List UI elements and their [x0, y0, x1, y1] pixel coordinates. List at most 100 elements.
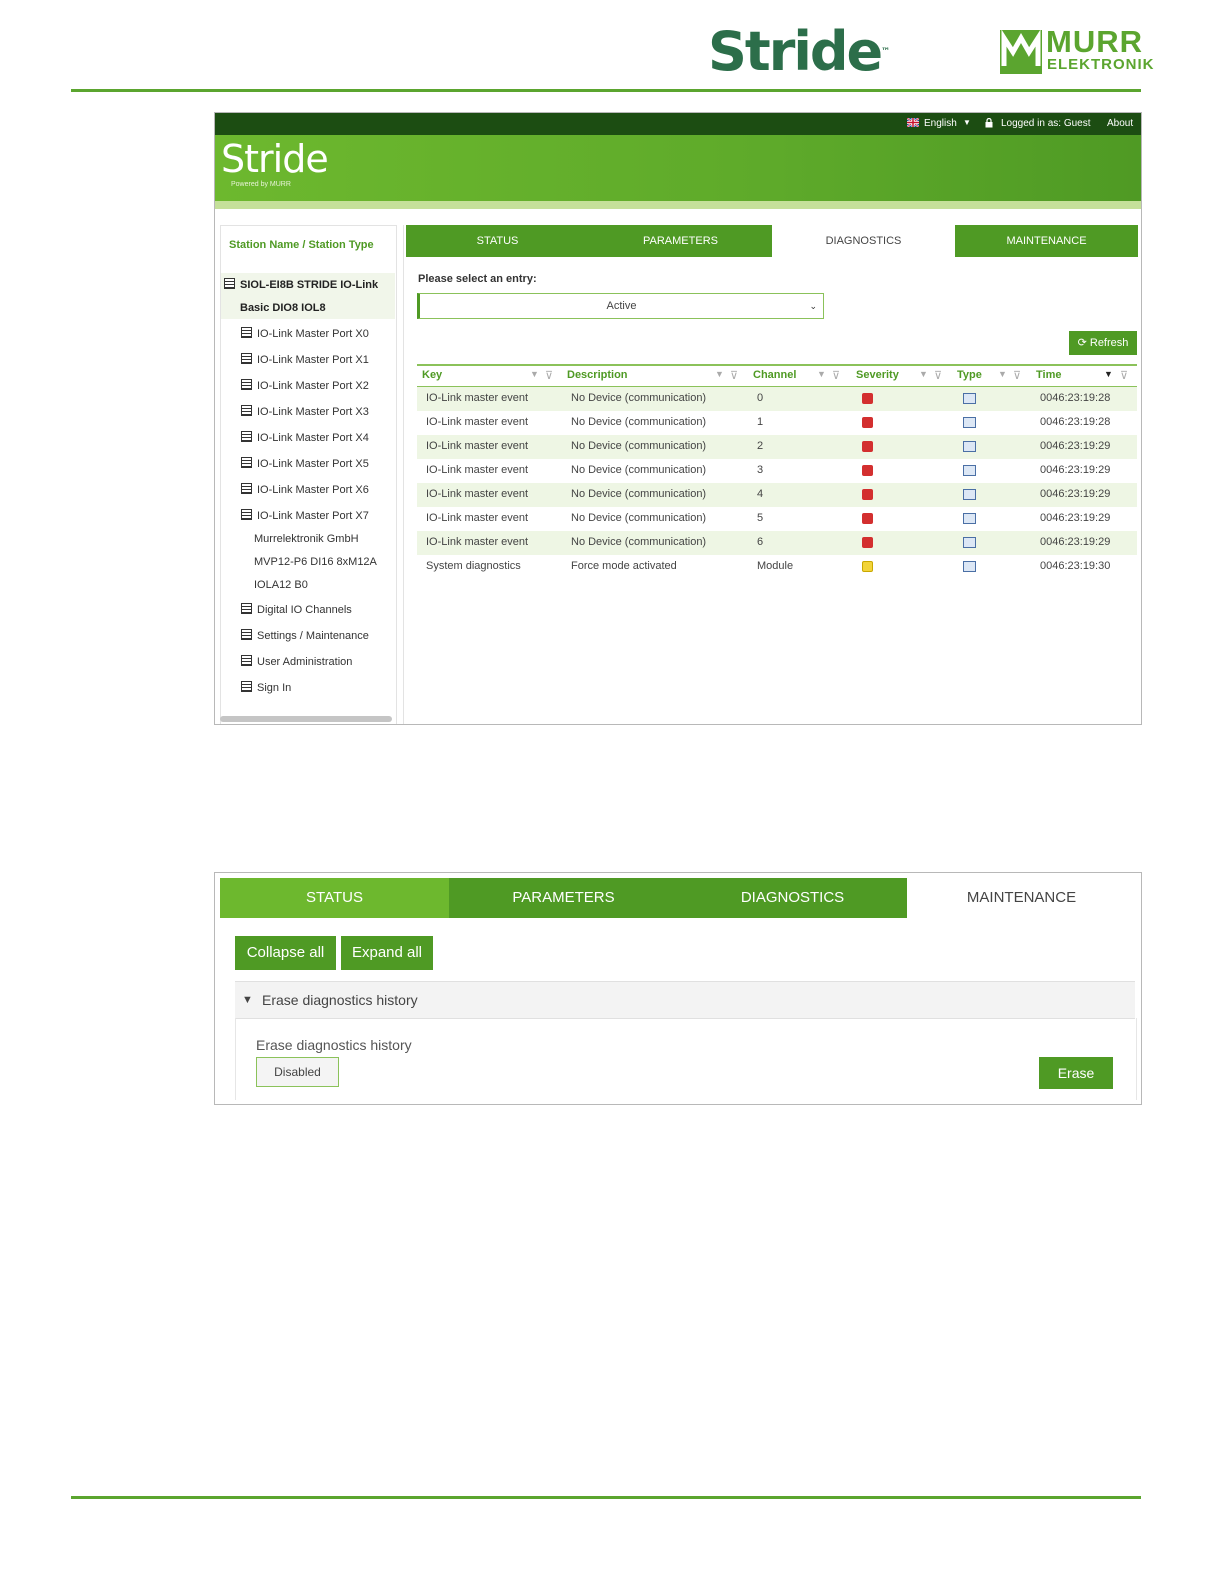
stride-brand-logo: Stride — [221, 137, 329, 181]
tab-status[interactable]: STATUS — [406, 225, 589, 257]
tab-parameters[interactable]: PARAMETERS — [589, 225, 772, 257]
cell-key: System diagnostics — [426, 560, 521, 572]
refresh-button[interactable]: ⟳ Refresh — [1069, 331, 1137, 355]
lock-icon — [985, 117, 993, 131]
cell-time: 0046:23:19:29 — [1040, 512, 1111, 524]
table-row[interactable]: IO-Link master event No Device (communic… — [417, 435, 1137, 459]
message-type-icon — [963, 561, 976, 572]
murr-mark-icon — [1000, 29, 1042, 74]
filter-icon[interactable]: ⊽ — [934, 369, 942, 382]
column-channel[interactable]: Channel — [753, 369, 796, 381]
tab-parameters[interactable]: PARAMETERS — [449, 878, 678, 918]
sort-active-icon[interactable]: ▼ — [1104, 369, 1113, 379]
filter-icon[interactable]: ⊽ — [1013, 369, 1021, 382]
tab-maintenance[interactable]: MAINTENANCE — [955, 225, 1138, 257]
sidebar-item-port-x1[interactable]: IO-Link Master Port X1 — [241, 353, 369, 366]
banner-strip — [215, 201, 1141, 209]
tab-diagnostics[interactable]: DIAGNOSTICS — [772, 225, 955, 257]
cell-channel: 0 — [757, 392, 764, 404]
diagnostics-table-header: Key ▼ ⊽ Description ▼ ⊽ Channel ▼ ⊽ Seve… — [417, 364, 1137, 387]
cell-description: No Device (communication) — [571, 464, 707, 476]
table-row[interactable]: IO-Link master event No Device (communic… — [417, 459, 1137, 483]
module-icon — [241, 405, 252, 416]
device-variant[interactable]: IOLA12 B0 — [254, 579, 308, 591]
sort-icon[interactable]: ▼ — [919, 369, 928, 379]
cell-description: No Device (communication) — [571, 440, 707, 452]
column-key[interactable]: Key — [422, 369, 442, 381]
device-vendor[interactable]: Murrelektronik GmbH — [254, 533, 359, 545]
sidebar-item-port-x0[interactable]: IO-Link Master Port X0 — [241, 327, 369, 340]
station-type-label: Basic DIO8 IOL8 — [240, 302, 326, 314]
column-severity[interactable]: Severity — [856, 369, 899, 381]
sidebar-item-port-x4[interactable]: IO-Link Master Port X4 — [241, 431, 369, 444]
filter-icon[interactable]: ⊽ — [730, 369, 738, 382]
stride-logo: Stride™ — [708, 20, 891, 83]
column-description[interactable]: Description — [567, 369, 628, 381]
module-icon — [241, 457, 252, 468]
sidebar-item-port-x7[interactable]: IO-Link Master Port X7 — [241, 509, 369, 522]
filter-icon[interactable]: ⊽ — [1120, 369, 1128, 382]
cell-time: 0046:23:19:29 — [1040, 464, 1111, 476]
cell-key: IO-Link master event — [426, 512, 529, 524]
message-type-icon — [963, 417, 976, 428]
cell-channel: Module — [757, 560, 794, 572]
sort-icon[interactable]: ▼ — [998, 369, 1007, 379]
table-row[interactable]: IO-Link master event No Device (communic… — [417, 483, 1137, 507]
severity-error-icon — [862, 441, 873, 452]
murr-elektronik-logo: MURR ELEKTRONIK — [1000, 26, 1154, 74]
expand-all-button[interactable]: Expand all — [341, 936, 433, 970]
column-type[interactable]: Type — [957, 369, 982, 381]
table-row[interactable]: System diagnostics Force mode activated … — [417, 555, 1137, 579]
filter-icon[interactable]: ⊽ — [545, 369, 553, 382]
module-icon — [241, 603, 252, 614]
erase-field-label: Erase diagnostics history — [256, 1037, 412, 1053]
sort-icon[interactable]: ▼ — [715, 369, 724, 379]
cell-time: 0046:23:19:29 — [1040, 536, 1111, 548]
powered-by-text: Powered by MURR — [231, 181, 291, 188]
erase-section-header[interactable]: ▼ Erase diagnostics history — [235, 981, 1135, 1019]
table-row[interactable]: IO-Link master event No Device (communic… — [417, 531, 1137, 555]
tab-maintenance[interactable]: MAINTENANCE — [907, 878, 1136, 918]
sidebar-item-sign-in[interactable]: Sign In — [241, 681, 291, 694]
collapse-all-button[interactable]: Collapse all — [235, 936, 336, 970]
language-select[interactable]: English — [924, 118, 957, 129]
tab-status[interactable]: STATUS — [220, 878, 449, 918]
sidebar-item-port-x3[interactable]: IO-Link Master Port X3 — [241, 405, 369, 418]
sidebar-item-user-admin[interactable]: User Administration — [241, 655, 352, 668]
maintenance-screenshot: STATUS PARAMETERS DIAGNOSTICS MAINTENANC… — [214, 872, 1142, 1105]
table-row[interactable]: IO-Link master event No Device (communic… — [417, 411, 1137, 435]
sidebar-item-port-x5[interactable]: IO-Link Master Port X5 — [241, 457, 369, 470]
message-type-icon — [963, 465, 976, 476]
sidebar-item-port-x6[interactable]: IO-Link Master Port X6 — [241, 483, 369, 496]
table-row[interactable]: IO-Link master event No Device (communic… — [417, 507, 1137, 531]
cell-channel: 3 — [757, 464, 764, 476]
column-time[interactable]: Time — [1036, 369, 1061, 381]
sidebar-item-digital-io[interactable]: Digital IO Channels — [241, 603, 352, 616]
sidebar-item-settings[interactable]: Settings / Maintenance — [241, 629, 369, 642]
header-banner — [215, 135, 1141, 201]
sort-icon[interactable]: ▼ — [817, 369, 826, 379]
refresh-icon: ⟳ — [1077, 337, 1087, 349]
header-rule — [71, 89, 1141, 92]
table-row[interactable]: IO-Link master event No Device (communic… — [417, 387, 1137, 411]
entry-select[interactable]: Active ⌄ — [417, 293, 824, 319]
module-icon — [241, 379, 252, 390]
severity-error-icon — [862, 489, 873, 500]
about-link[interactable]: About — [1107, 118, 1133, 129]
severity-error-icon — [862, 417, 873, 428]
erase-state-value[interactable]: Disabled — [256, 1057, 339, 1087]
cell-key: IO-Link master event — [426, 416, 529, 428]
tab-diagnostics[interactable]: DIAGNOSTICS — [678, 878, 907, 918]
erase-button[interactable]: Erase — [1039, 1057, 1113, 1089]
top-bar: English ▼ Logged in as: Guest About — [215, 113, 1141, 135]
cell-channel: 1 — [757, 416, 764, 428]
module-icon — [224, 278, 235, 289]
sidebar-scrollbar[interactable] — [220, 716, 392, 722]
sort-icon[interactable]: ▼ — [530, 369, 539, 379]
filter-icon[interactable]: ⊽ — [832, 369, 840, 382]
device-model[interactable]: MVP12-P6 DI16 8xM12A — [254, 556, 377, 568]
sidebar-item-port-x2[interactable]: IO-Link Master Port X2 — [241, 379, 369, 392]
chevron-down-icon: ⌄ — [809, 301, 817, 311]
module-icon — [241, 655, 252, 666]
sidebar-item-station[interactable]: SIOL-EI8B STRIDE IO-Link — [224, 278, 378, 291]
